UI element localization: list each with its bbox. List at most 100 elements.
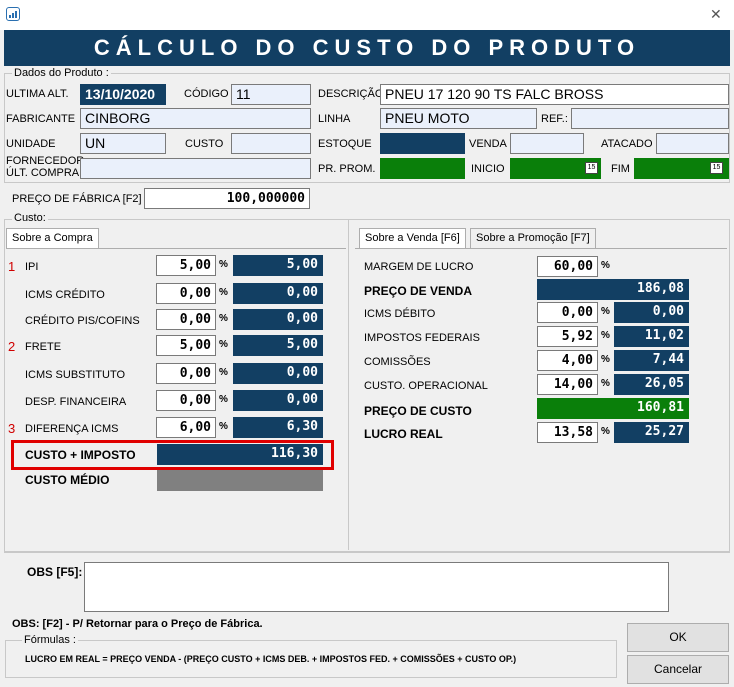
page-title: CÁLCULO DO CUSTO DO PRODUTO: [4, 30, 730, 66]
fabricante-field[interactable]: CINBORG: [80, 108, 311, 129]
cost-row-label: ICMS CRÉDITO: [25, 289, 105, 301]
cost-row-label: FRETE: [25, 341, 62, 353]
impostos-pct-symbol: %: [601, 330, 610, 341]
lucro-label: LUCRO REAL: [364, 427, 443, 441]
icms-debito-pct-field[interactable]: 0,00: [537, 302, 598, 323]
cost-row-pct-field[interactable]: 5,00: [156, 255, 216, 276]
pr-prom-field[interactable]: [380, 158, 465, 179]
linha-field[interactable]: PNEU MOTO: [380, 108, 537, 129]
unidade-label: UNIDADE: [6, 138, 56, 150]
row-marker: 1: [8, 259, 16, 274]
custo-imposto-value: 116,30: [157, 444, 323, 465]
tab-sobre-venda[interactable]: Sobre a Venda [F6]: [359, 228, 466, 249]
cost-row-value: 0,00: [233, 363, 323, 384]
cost-row-pct-field[interactable]: 5,00: [156, 335, 216, 356]
impostos-pct-field[interactable]: 5,92: [537, 326, 598, 347]
fabricante-label: FABRICANTE: [6, 113, 76, 125]
cost-row-pct-symbol: %: [219, 394, 228, 405]
cost-row-label: DESP. FINANCEIRA: [25, 396, 127, 408]
cost-row-value: 0,00: [233, 309, 323, 330]
obs-note: OBS: [F2] - P/ Retornar para o Preço de …: [12, 618, 263, 630]
tab-sobre-compra[interactable]: Sobre a Compra: [6, 228, 99, 249]
fornecedor-field[interactable]: [80, 158, 311, 179]
cost-row-label: DIFERENÇA ICMS: [25, 423, 119, 435]
descricao-field[interactable]: PNEU 17 120 90 TS FALC BROSS: [380, 84, 729, 105]
produto-section-label: Dados do Produto :: [12, 67, 111, 79]
app-icon: [6, 7, 20, 21]
cost-row-value: 0,00: [233, 390, 323, 411]
icms-debito-value: 0,00: [614, 302, 689, 323]
custo-op-value: 26,05: [614, 374, 689, 395]
venda-label: VENDA: [469, 138, 507, 150]
ref-field[interactable]: [571, 108, 729, 129]
formula-text: LUCRO EM REAL = PREÇO VENDA - (PREÇO CUS…: [25, 654, 517, 664]
cost-row-label: IPI: [25, 261, 39, 273]
cost-row-pct-symbol: %: [219, 287, 228, 298]
cost-row-pct-symbol: %: [219, 367, 228, 378]
cost-row-value: 0,00: [233, 283, 323, 304]
cost-row-label: CRÉDITO PIS/COFINS: [25, 315, 140, 327]
close-icon[interactable]: ✕: [710, 6, 722, 23]
lucro-value: 25,27: [614, 422, 689, 443]
compra-tab-line: [6, 248, 346, 249]
inicio-label: INICIO: [471, 163, 505, 175]
fim-calendar-icon[interactable]: 15: [710, 162, 723, 174]
impostos-value: 11,02: [614, 326, 689, 347]
cost-row-label: ICMS SUBSTITUTO: [25, 369, 126, 381]
unidade-field[interactable]: UN: [80, 133, 166, 154]
estoque-field[interactable]: [380, 133, 465, 154]
icms-debito-pct-symbol: %: [601, 306, 610, 317]
ultima-alt-label: ULTIMA ALT.: [6, 88, 69, 100]
obs-field[interactable]: [84, 562, 669, 612]
lucro-pct-symbol: %: [601, 426, 610, 437]
custo-medio-value: [157, 470, 323, 491]
cost-row-pct-field[interactable]: 0,00: [156, 309, 216, 330]
preco-venda-label: PREÇO DE VENDA: [364, 284, 473, 298]
ok-button[interactable]: OK: [627, 623, 729, 652]
cost-row-pct-field[interactable]: 0,00: [156, 283, 216, 304]
cost-row-pct-field[interactable]: 0,00: [156, 390, 216, 411]
venda-tab-line: [355, 248, 727, 249]
obs-label: OBS [F5]:: [27, 565, 83, 579]
comissoes-pct-symbol: %: [601, 354, 610, 365]
custo-imposto-label: CUSTO + IMPOSTO: [25, 448, 136, 462]
cost-row-pct-field[interactable]: 0,00: [156, 363, 216, 384]
margem-label: MARGEM DE LUCRO: [364, 261, 474, 273]
lucro-pct-field[interactable]: 13,58: [537, 422, 598, 443]
codigo-label: CÓDIGO: [184, 88, 229, 100]
icms-debito-label: ICMS DÉBITO: [364, 308, 436, 320]
codigo-field[interactable]: 11: [231, 84, 311, 105]
preco-venda-value: 186,08: [537, 279, 689, 300]
descricao-label: DESCRIÇÃO: [318, 88, 384, 100]
custo-op-label: CUSTO. OPERACIONAL: [364, 380, 488, 392]
fornecedor-label-2: ÚLT. COMPRA: [6, 167, 80, 179]
comissoes-pct-field[interactable]: 4,00: [537, 350, 598, 371]
cost-row-pct-symbol: %: [219, 259, 228, 270]
cost-row-value: 6,30: [233, 417, 323, 438]
inicio-calendar-icon[interactable]: 15: [585, 162, 598, 174]
preco-fabrica-label: PREÇO DE FÁBRICA [F2]: [12, 193, 142, 205]
venda-field[interactable]: [510, 133, 584, 154]
preco-custo-value: 160,81: [537, 398, 689, 419]
comissoes-label: COMISSÕES: [364, 356, 431, 368]
cost-row-pct-symbol: %: [219, 421, 228, 432]
ultima-alt-field[interactable]: 13/10/2020: [80, 84, 166, 105]
tab-sobre-promocao[interactable]: Sobre a Promoção [F7]: [470, 228, 596, 248]
impostos-label: IMPOSTOS FEDERAIS: [364, 332, 480, 344]
custo-op-pct-field[interactable]: 14,00: [537, 374, 598, 395]
formulas-label: Fórmulas :: [22, 634, 78, 646]
preco-fabrica-field[interactable]: 100,000000: [144, 188, 310, 209]
panel-divider: [348, 220, 349, 550]
cost-row-pct-field[interactable]: 6,00: [156, 417, 216, 438]
custo-field[interactable]: [231, 133, 311, 154]
margem-pct-field[interactable]: 60,00: [537, 256, 598, 277]
cancel-button[interactable]: Cancelar: [627, 655, 729, 684]
row-marker: 3: [8, 421, 16, 436]
atacado-field[interactable]: [656, 133, 729, 154]
obs-separator: [4, 552, 730, 553]
cost-row-value: 5,00: [233, 335, 323, 356]
custo-medio-label: CUSTO MÉDIO: [25, 473, 110, 487]
cost-row-pct-symbol: %: [219, 339, 228, 350]
comissoes-value: 7,44: [614, 350, 689, 371]
title-bar: ✕: [0, 0, 734, 30]
